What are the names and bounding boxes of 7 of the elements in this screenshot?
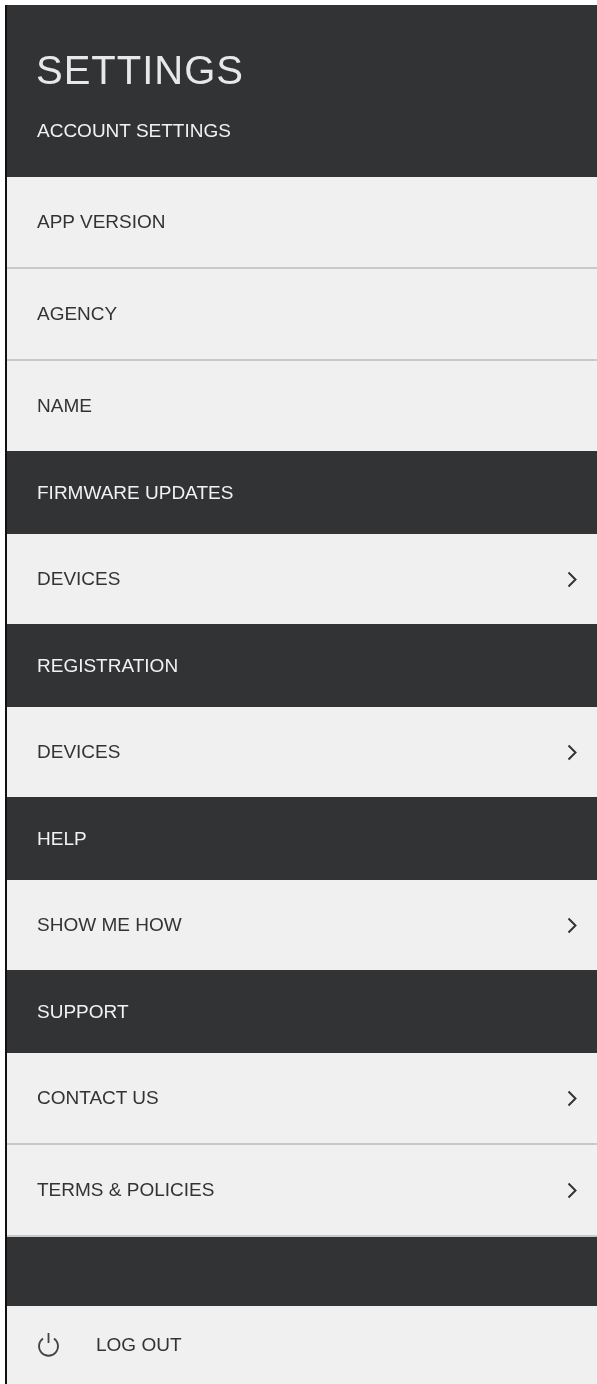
page-title: SETTINGS bbox=[36, 48, 245, 93]
section-header: REGISTRATION bbox=[37, 654, 179, 677]
power-icon bbox=[37, 1332, 60, 1358]
section-header: FIRMWARE UPDATES bbox=[37, 481, 234, 504]
section-header: SUPPORT bbox=[37, 1000, 129, 1023]
section-header: HELP bbox=[37, 827, 87, 850]
section-header: ACCOUNT SETTINGS bbox=[37, 120, 231, 142]
